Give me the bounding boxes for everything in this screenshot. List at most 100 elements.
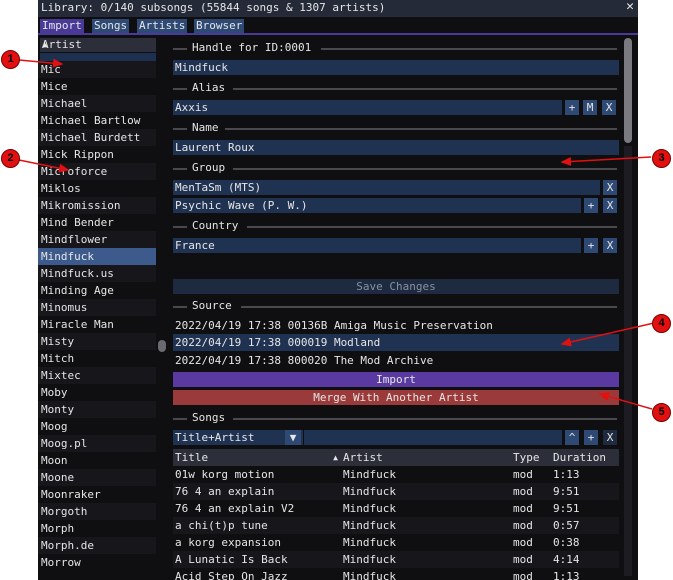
artist-list-item[interactable]: Moog.pl bbox=[38, 435, 156, 452]
artist-list-item[interactable]: Microforce bbox=[38, 163, 156, 180]
song-type-cell: mod bbox=[511, 483, 551, 500]
song-artist-cell: Mindfuck bbox=[341, 517, 511, 534]
chevron-down-icon[interactable]: ▼ bbox=[285, 430, 301, 445]
song-type-cell: mod bbox=[513, 468, 533, 481]
sort-ascending-icon[interactable]: ▲ bbox=[333, 449, 341, 466]
song-row[interactable]: 76 4 an explain V2 Mindfuck mod 9:51 bbox=[173, 500, 619, 517]
artist-list-item[interactable]: Moog bbox=[38, 418, 156, 435]
artist-column-header[interactable]: Artist ▲ bbox=[40, 38, 156, 52]
artist-list-item[interactable]: Misty bbox=[38, 333, 156, 350]
column-duration[interactable]: Duration bbox=[551, 449, 619, 466]
source-row[interactable]: 2022/04/19 17:38 00136B Amiga Music Pres… bbox=[173, 317, 619, 334]
alias-remove-button[interactable]: X bbox=[602, 100, 616, 115]
country-field[interactable]: France bbox=[173, 238, 581, 253]
alias-add-button[interactable]: + bbox=[565, 100, 579, 115]
song-artist-cell: Mindfuck bbox=[343, 468, 396, 481]
alias-field[interactable]: Axxis bbox=[173, 100, 562, 115]
artist-list-item[interactable]: Minding Age bbox=[38, 282, 156, 299]
artist-list-item[interactable]: Minomus bbox=[38, 299, 156, 316]
country-add-button[interactable]: + bbox=[584, 238, 598, 253]
artist-list-item[interactable]: Morgoth bbox=[38, 503, 156, 520]
source-row[interactable]: 2022/04/19 17:38 800020 The Mod Archive bbox=[173, 352, 619, 369]
song-title-cell: 76 4 an explain bbox=[173, 483, 341, 500]
source-row[interactable]: 2022/04/19 17:38 000019 Modland bbox=[173, 334, 619, 351]
artist-list-item[interactable]: Moby bbox=[38, 384, 156, 401]
country-label: Country bbox=[192, 219, 239, 232]
artist-list-item[interactable]: Monty bbox=[38, 401, 156, 418]
artist-list-item[interactable]: Miklos bbox=[38, 180, 156, 197]
handle-field[interactable]: Mindfuck bbox=[173, 60, 619, 75]
artist-list-item[interactable]: Moonraker bbox=[38, 486, 156, 503]
list-scrollbar-thumb[interactable] bbox=[158, 340, 166, 352]
artist-list-item[interactable]: Michael Bartlow bbox=[38, 112, 156, 129]
song-row[interactable]: a korg expansion Mindfuck mod 0:38 bbox=[173, 534, 619, 551]
song-type-cell: mod bbox=[513, 536, 533, 549]
tab-songs[interactable]: Songs bbox=[92, 19, 130, 33]
close-icon[interactable]: ✕ bbox=[626, 0, 634, 14]
song-row[interactable]: 76 4 an explain Mindfuck mod 9:51 bbox=[173, 483, 619, 500]
artist-list-item[interactable]: Mice bbox=[38, 78, 156, 95]
artist-list-item[interactable]: Miracle Man bbox=[38, 316, 156, 333]
song-row[interactable]: A Lunatic Is Back Mindfuck mod 4:14 bbox=[173, 551, 619, 568]
callout-4: 4 bbox=[652, 314, 671, 333]
editor-scrollbar-track[interactable] bbox=[624, 146, 632, 576]
songs-filter-input[interactable] bbox=[304, 430, 562, 445]
source-label: Source bbox=[192, 299, 232, 312]
artist-items: Mic Mice Michael Michael Bartlow Michael Bur… bbox=[38, 61, 156, 571]
artist-list-item[interactable]: Michael Burdett bbox=[38, 129, 156, 146]
song-type-cell: mod bbox=[513, 502, 533, 515]
column-title[interactable]: Title ▲ bbox=[173, 449, 341, 466]
artist-list-item[interactable]: Mind Bender bbox=[38, 214, 156, 231]
import-button[interactable]: Import bbox=[173, 372, 619, 387]
group-field[interactable]: MenTaSm (MTS) bbox=[173, 180, 600, 195]
tab-browser[interactable]: Browser bbox=[194, 19, 245, 33]
name-label: Name bbox=[192, 121, 219, 134]
group-label: Group bbox=[192, 161, 226, 174]
artist-list-item[interactable]: Mic bbox=[38, 61, 156, 78]
group-remove-button[interactable]: X bbox=[603, 198, 617, 213]
artist-list-item[interactable]: Mitch bbox=[38, 350, 156, 367]
artist-list-item[interactable]: Michael bbox=[38, 95, 156, 112]
artist-list-item[interactable]: Mikromission bbox=[38, 197, 156, 214]
save-changes-button[interactable]: Save Changes bbox=[173, 279, 619, 294]
songs-table: Title ▲ Artist Type Duration 01w korg mot… bbox=[173, 449, 619, 580]
artist-list-item[interactable]: Moon bbox=[38, 452, 156, 469]
artist-list-item[interactable]: Morph.de bbox=[38, 537, 156, 554]
group-remove-button[interactable]: X bbox=[603, 180, 617, 195]
window-title: Library: 0/140 subsongs (55844 songs & 1… bbox=[41, 1, 386, 14]
song-duration-cell: 9:51 bbox=[553, 502, 580, 515]
song-artist-cell: Mindfuck bbox=[341, 551, 511, 568]
artist-list-item[interactable]: Mindflower bbox=[38, 231, 156, 248]
song-type-cell: mod bbox=[511, 551, 551, 568]
artist-list-item[interactable]: Mixtec bbox=[38, 367, 156, 384]
artist-list-item[interactable]: Morph bbox=[38, 520, 156, 537]
alias-merge-button[interactable]: M bbox=[583, 100, 597, 115]
tab-import[interactable]: Import bbox=[40, 19, 84, 33]
songs-add-button[interactable]: + bbox=[584, 430, 598, 445]
songs-remove-button[interactable]: X bbox=[603, 430, 617, 445]
song-row[interactable]: a chi(t)p tune Mindfuck mod 0:57 bbox=[173, 517, 619, 534]
editor-scrollbar-thumb[interactable] bbox=[624, 38, 632, 143]
column-type[interactable]: Type bbox=[511, 449, 551, 466]
tab-artists[interactable]: Artists bbox=[137, 19, 188, 33]
artist-list-item[interactable]: Mick Rippon bbox=[38, 146, 156, 163]
songs-filter-mode-select[interactable]: Title+Artist bbox=[173, 430, 303, 445]
artist-list-item[interactable]: Mindfuck.us bbox=[38, 265, 156, 282]
country-remove-button[interactable]: X bbox=[603, 238, 617, 253]
artist-list-item[interactable]: Morrow bbox=[38, 554, 156, 571]
sort-ascending-icon[interactable]: ▲ bbox=[42, 38, 154, 52]
column-artist[interactable]: Artist bbox=[341, 449, 511, 466]
name-field[interactable]: Laurent Roux bbox=[173, 140, 619, 155]
alias-label: Alias bbox=[192, 81, 226, 94]
library-window: Library: 0/140 subsongs (55844 songs & 1… bbox=[38, 0, 638, 580]
artist-list: Artist ▲ Mic Mice Michael Michael Bartlow Mi… bbox=[38, 36, 156, 580]
artist-list-item[interactable]: Mindfuck bbox=[38, 248, 156, 265]
song-row[interactable]: 01w korg motion Mindfuck mod 1:13 bbox=[173, 466, 619, 483]
group-add-button[interactable]: + bbox=[584, 198, 598, 213]
song-artist-cell: Mindfuck bbox=[343, 502, 396, 515]
artist-list-item[interactable]: Moone bbox=[38, 469, 156, 486]
song-row[interactable]: Acid Step On Jazz Mindfuck mod 1:13 bbox=[173, 568, 619, 580]
merge-artist-button[interactable]: Merge With Another Artist bbox=[173, 390, 619, 405]
group-field[interactable]: Psychic Wave (P. W.) bbox=[173, 198, 581, 213]
songs-up-button[interactable]: ^ bbox=[565, 430, 579, 445]
